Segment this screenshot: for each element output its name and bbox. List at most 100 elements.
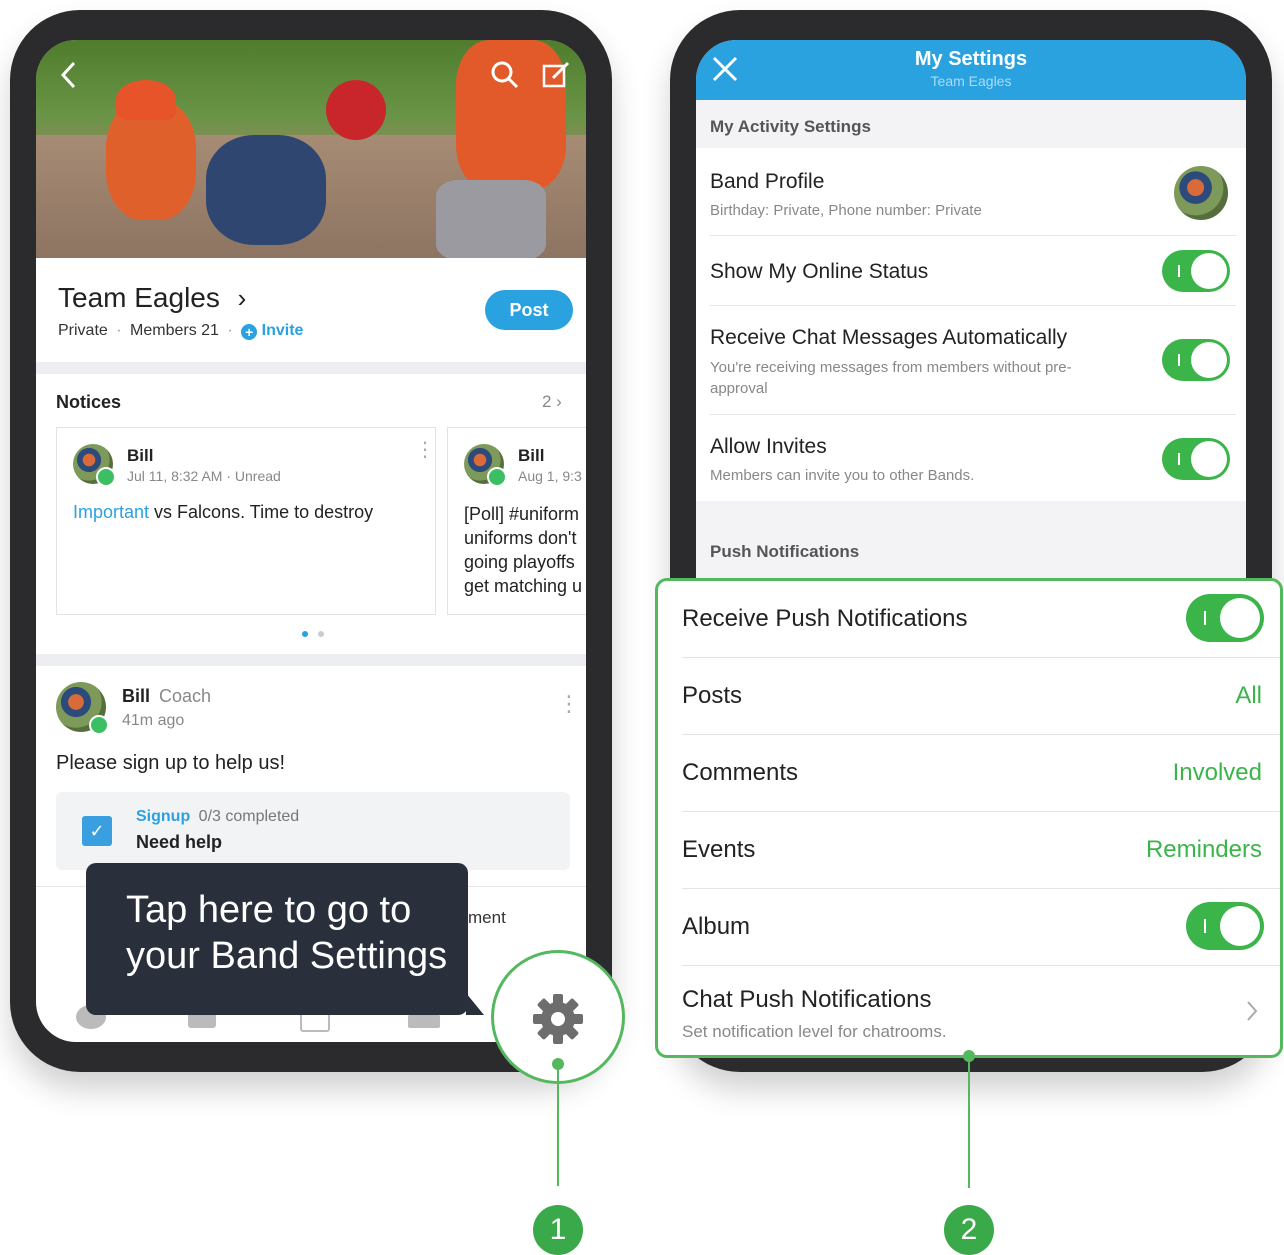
notice-author: Bill [518,446,545,465]
row-title: Band Profile [710,170,825,193]
dot-separator: · [227,322,233,339]
leader-crown-icon [487,467,507,487]
notice-body: Important vs Falcons. Time to destroy [73,502,373,523]
notice-card[interactable]: Bill Jul 11, 8:32 AM · Unread ⋮ Importan… [56,427,436,615]
events-row[interactable]: Events Reminders [658,812,1280,889]
row-subtitle: Birthday: Private, Phone number: Private [710,202,982,219]
notice-body: [Poll] #uniform uniforms don't going pla… [464,502,582,598]
post-button[interactable]: Post [485,290,573,330]
notice-line: get matching u [464,576,583,596]
row-subtitle: approval [710,380,768,397]
band-privacy: Private [58,322,108,339]
row-label: Album [682,913,751,940]
avatar [73,444,116,487]
chevron-right-icon [1246,1000,1258,1027]
signup-attachment[interactable]: ✓ Signup 0/3 completed Need help [56,792,570,870]
row-label: Events [682,836,756,863]
row-title: Show My Online Status [710,260,929,283]
dot-separator: · [116,322,122,339]
allow-invites-toggle[interactable] [1162,438,1230,480]
post-text: Please sign up to help us! [56,752,286,774]
row-value: All [1235,682,1262,709]
notice-author: Bill [127,446,154,465]
notices-count[interactable]: 2 › [542,392,562,412]
post-author-avatar[interactable] [56,682,109,735]
posts-row[interactable]: Posts All [658,658,1280,735]
row-subtitle: Members can invite you to other Bands. [710,467,975,484]
band-profile-row[interactable]: Band Profile Birthday: Private, Phone nu… [696,148,1246,236]
row-subtitle: You're receiving messages from members w… [710,359,1072,376]
post-author-role: Coach [159,686,212,706]
callout-number-badge: 1 [533,1205,583,1255]
tooltip-text: Tap here to go to your Band Settings [126,887,447,979]
avatar [464,444,507,487]
post-author-line: Bill Coach [122,686,211,707]
post-time: 41m ago [122,712,185,729]
row-title: Allow Invites [710,435,827,458]
callout-line [557,1066,559,1186]
online-status-row: Show My Online Status [696,236,1246,306]
player-legs [436,180,546,258]
leader-crown-icon [96,467,116,487]
online-status-toggle[interactable] [1162,250,1230,292]
settings-title: My Settings [914,48,1028,70]
notice-line: [Poll] #uniform [464,504,580,524]
player-helmet [326,80,386,140]
receive-push-toggle[interactable] [1186,594,1264,642]
more-vertical-icon[interactable]: ⋮ [415,440,435,460]
section-divider [36,654,586,666]
chat-auto-toggle[interactable] [1162,339,1230,381]
row-value: Reminders [1145,836,1262,863]
push-section-heading: Push Notifications [710,542,860,561]
invite-label: Invite [261,322,304,339]
band-cover-photo [36,40,586,258]
allow-invites-row: Allow Invites Members can invite you to … [696,415,1246,501]
band-header: Team Eagles › Private · Members 21 · + I… [36,258,586,358]
signup-line: Signup 0/3 completed [136,808,299,826]
settings-header: My Settings Team Eagles [696,40,1246,100]
callout-line [968,1058,970,1188]
signup-check-icon: ✓ [82,816,112,846]
album-toggle[interactable] [1186,902,1264,950]
row-label: Comments [682,759,799,786]
tooltip-line: Tap here to go to [126,889,412,931]
row-title: Receive Chat Messages Automatically [710,326,1068,349]
search-icon[interactable] [490,60,520,96]
leader-crown-icon [89,715,109,735]
pager-dot [318,631,324,637]
tooltip-line: your Band Settings [126,935,448,977]
more-vertical-icon[interactable]: ⋮ [558,693,580,715]
tooltip-pointer [466,993,484,1015]
notice-line: uniforms don't [464,528,577,548]
pager-dot-active [302,631,308,637]
comments-row[interactable]: Comments Involved [658,735,1280,812]
chat-auto-row: Receive Chat Messages Automatically You'… [696,306,1246,415]
notice-tag: Important [73,502,150,522]
row-subtitle: Set notification level for chatrooms. [682,1022,947,1041]
row-label: Receive Push Notifications [682,605,968,632]
row-value: Involved [1172,759,1262,786]
callout-number-badge: 2 [944,1205,994,1255]
signup-label: Signup [136,808,191,825]
gear-icon [533,994,583,1044]
plus-circle-icon: + [241,324,258,340]
invite-link[interactable]: + Invite [241,322,304,340]
band-title[interactable]: Team Eagles › [58,282,246,314]
chat-push-row[interactable]: Chat Push Notifications Set notification… [658,966,1280,1056]
band-members: Members 21 [130,322,219,339]
signup-title: Need help [136,832,223,852]
back-arrow-icon[interactable] [58,60,80,96]
edit-icon[interactable] [541,60,571,96]
notice-meta: Jul 11, 8:32 AM · Unread [127,468,281,484]
band-name: Team Eagles [58,282,220,313]
settings-subtitle: Team Eagles [930,73,1012,89]
player-figure [206,135,326,245]
chevron-right-icon: › [237,283,247,313]
signup-progress: 0/3 completed [198,808,300,825]
partial-text: ment [468,908,506,927]
notice-card[interactable]: Bill Aug 1, 9:3 [Poll] #uniform uniforms… [447,427,586,615]
receive-push-row: Receive Push Notifications [658,581,1280,658]
row-label: Chat Push Notifications [682,986,932,1013]
profile-avatar [1174,166,1228,220]
row-label: Posts [682,682,743,709]
